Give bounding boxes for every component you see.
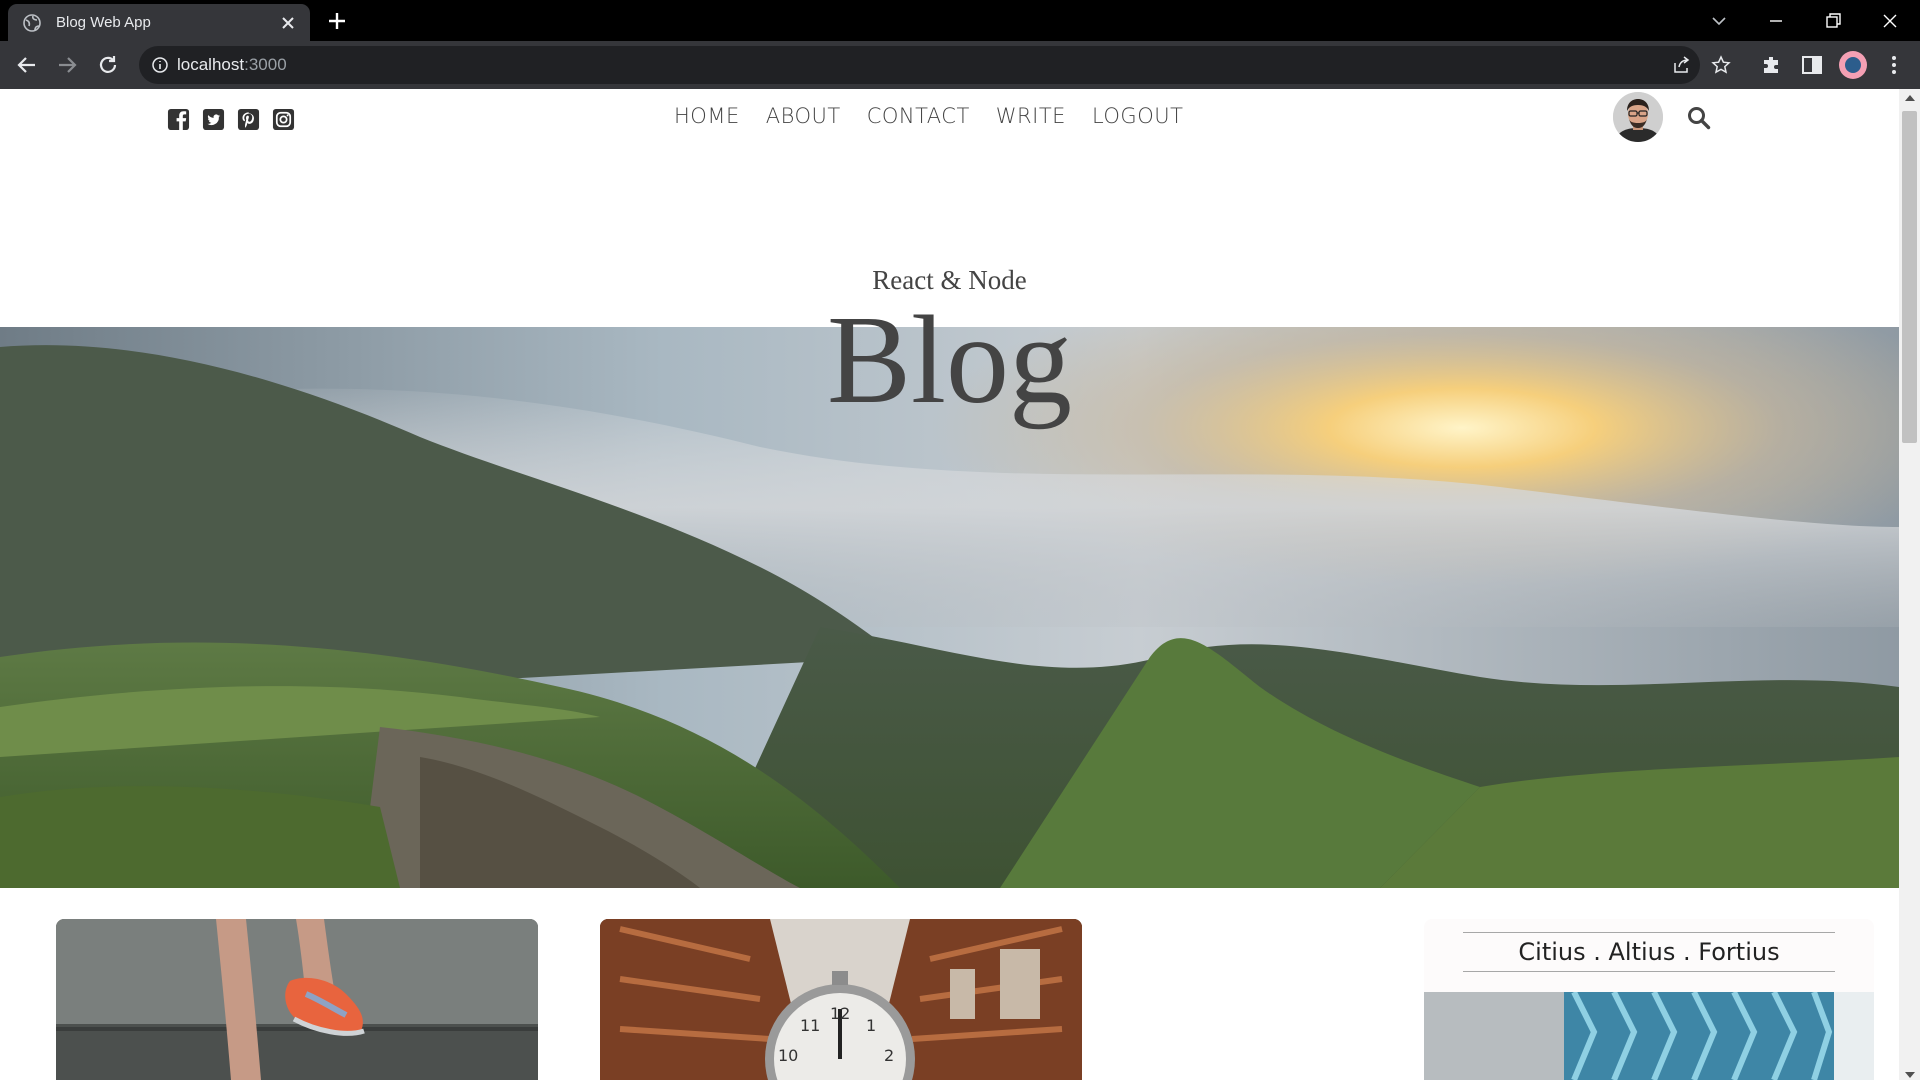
sidebar-title: Citius . Altius . Fortius bbox=[1463, 932, 1835, 972]
close-tab-icon[interactable] bbox=[280, 15, 296, 31]
facebook-square-icon[interactable] bbox=[167, 108, 190, 131]
post-card-image[interactable]: 10 11 12 1 2 bbox=[600, 919, 1082, 1080]
side-panel-icon[interactable] bbox=[1800, 53, 1824, 77]
header-title: Blog bbox=[826, 291, 1073, 430]
main-nav: HOME ABOUT CONTACT WRITE LOGOUT bbox=[674, 104, 1183, 128]
search-icon[interactable] bbox=[1686, 105, 1712, 131]
scroll-down-icon[interactable] bbox=[1905, 1072, 1915, 1078]
sidebar-image bbox=[1424, 990, 1874, 1080]
scroll-up-icon[interactable] bbox=[1905, 95, 1915, 101]
page-viewport: HOME ABOUT CONTACT WRITE LOGOUT React & … bbox=[0, 89, 1920, 1080]
profile-avatar[interactable] bbox=[1839, 51, 1867, 79]
menu-kebab-icon[interactable] bbox=[1882, 53, 1906, 77]
address-bar-url: localhost:3000 bbox=[177, 55, 287, 75]
bookmark-star-icon[interactable] bbox=[1711, 55, 1731, 75]
forward-icon[interactable] bbox=[54, 52, 80, 78]
svg-text:1: 1 bbox=[866, 1016, 876, 1035]
page-scrollbar[interactable] bbox=[1899, 89, 1920, 1080]
browser-toolbar: localhost:3000 bbox=[0, 41, 1920, 89]
reload-icon[interactable] bbox=[95, 52, 121, 78]
browser-tab-strip: Blog Web App bbox=[0, 0, 1920, 41]
back-icon[interactable] bbox=[14, 52, 40, 78]
svg-text:10: 10 bbox=[778, 1046, 798, 1065]
close-window-icon[interactable] bbox=[1877, 8, 1903, 34]
share-icon[interactable] bbox=[1671, 55, 1691, 75]
svg-text:11: 11 bbox=[800, 1016, 820, 1035]
new-tab-icon[interactable] bbox=[326, 10, 348, 32]
social-links bbox=[167, 108, 295, 131]
pinterest-square-icon[interactable] bbox=[237, 108, 260, 131]
nav-contact[interactable]: CONTACT bbox=[867, 104, 970, 128]
scrollbar-thumb[interactable] bbox=[1902, 111, 1917, 443]
instagram-icon[interactable] bbox=[272, 108, 295, 131]
tab-title: Blog Web App bbox=[56, 14, 151, 31]
nav-logout[interactable]: LOGOUT bbox=[1092, 104, 1183, 128]
browser-tab[interactable]: Blog Web App bbox=[8, 4, 310, 41]
url-host: localhost bbox=[177, 55, 245, 74]
post-card-image[interactable] bbox=[56, 919, 538, 1080]
url-port: :3000 bbox=[244, 55, 287, 74]
site-info-icon[interactable] bbox=[151, 56, 169, 74]
nav-about[interactable]: ABOUT bbox=[766, 104, 841, 128]
restore-icon[interactable] bbox=[1820, 8, 1846, 34]
sidebar: Citius . Altius . Fortius bbox=[1424, 919, 1874, 1080]
svg-text:2: 2 bbox=[884, 1046, 894, 1065]
user-avatar-image bbox=[1613, 92, 1663, 142]
tab-search-icon[interactable] bbox=[1706, 8, 1732, 34]
twitter-square-icon[interactable] bbox=[202, 108, 225, 131]
globe-icon bbox=[23, 13, 41, 32]
extensions-icon[interactable] bbox=[1760, 53, 1784, 77]
user-avatar[interactable] bbox=[1613, 92, 1663, 142]
nav-home[interactable]: HOME bbox=[674, 104, 740, 128]
svg-text:12: 12 bbox=[830, 1004, 850, 1023]
nav-write[interactable]: WRITE bbox=[996, 104, 1066, 128]
minimize-icon[interactable] bbox=[1763, 8, 1789, 34]
address-bar[interactable]: localhost:3000 bbox=[139, 46, 1731, 84]
